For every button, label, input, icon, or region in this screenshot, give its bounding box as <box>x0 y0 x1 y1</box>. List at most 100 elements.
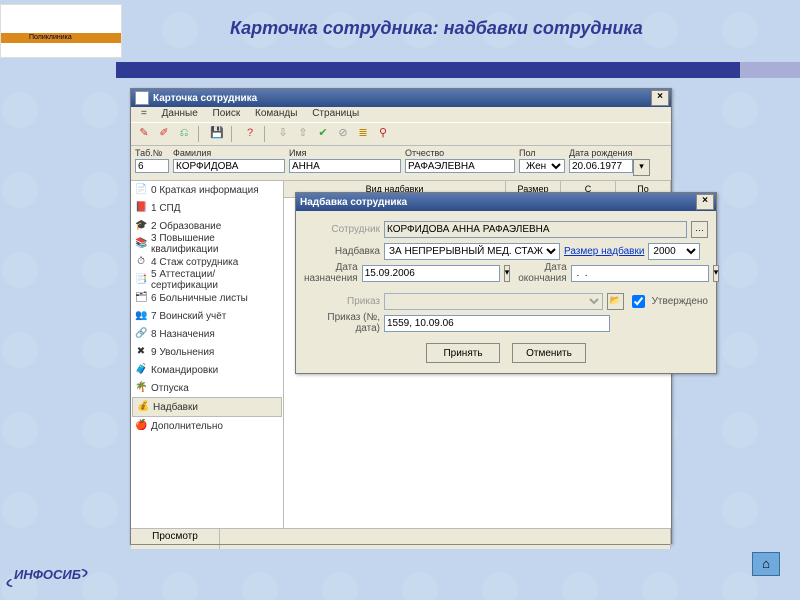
titlebar: Карточка сотрудника × <box>131 89 671 107</box>
tb-save-icon[interactable]: 💾 <box>208 125 226 143</box>
menu-commands[interactable]: Команды <box>249 107 303 120</box>
logo-bar: Поликлиника <box>1 33 121 43</box>
date-from-input[interactable] <box>362 265 500 282</box>
nav-item[interactable]: 🔗 8 Назначения <box>131 325 283 343</box>
patronymic-label: Отчество <box>405 148 515 158</box>
nav-item[interactable]: 🗂6 Больничные листы <box>131 289 283 307</box>
menu-pages[interactable]: Страницы <box>306 107 365 120</box>
nav-item[interactable]: 📚 3 Повышение квалификации <box>131 235 283 253</box>
tb-up-icon[interactable]: ⇧ <box>294 125 312 143</box>
order-open-icon[interactable]: 📂 <box>607 293 624 310</box>
tb-filter-icon[interactable]: ⚲ <box>374 125 392 143</box>
employee-label: Сотрудник <box>304 224 380 235</box>
tb-del-icon[interactable]: ⎌ <box>175 125 193 143</box>
menu-search[interactable]: Поиск <box>207 107 247 120</box>
nav-icon: 📚 <box>135 238 147 250</box>
cancel-button[interactable]: Отменить <box>512 343 586 363</box>
nav-item[interactable]: 👥 7 Воинский учёт <box>131 307 283 325</box>
menu-data[interactable]: Данные <box>156 107 204 120</box>
calendar-icon[interactable]: ▾ <box>633 159 650 176</box>
nav-label: Дополнительно <box>151 421 223 432</box>
side-nav: 📄0 Краткая информация📕1 СПД🎓2 Образовани… <box>131 181 284 528</box>
ok-button[interactable]: Принять <box>426 343 500 363</box>
name-input[interactable] <box>289 159 401 173</box>
slide-title: Карточка сотрудника: надбавки сотрудника <box>230 18 643 39</box>
dlg-titlebar: Надбавка сотрудника × <box>296 193 716 211</box>
nav-item[interactable]: 🍎 Дополнительно <box>131 417 283 435</box>
nav-icon: 👥 <box>135 310 147 322</box>
nav-label: 5 Аттестации/сертификации <box>151 269 279 291</box>
date-from-cal-icon[interactable]: ▾ <box>504 265 511 282</box>
nav-item[interactable]: 📄 0 Краткая информация <box>131 181 283 199</box>
nav-icon: ⏱ <box>135 256 147 268</box>
menu-eq[interactable]: = <box>135 107 153 120</box>
logo-top: Поликлиника <box>0 4 122 58</box>
tb-list-icon[interactable]: ≣ <box>354 125 372 143</box>
bonus-size-select[interactable]: 2000 <box>648 243 700 260</box>
order-details-input[interactable] <box>384 315 610 332</box>
summary-fields: Таб.№ Фамилия Имя Отчество ПолЖен. Дата … <box>131 146 671 181</box>
tb-edit-icon[interactable]: ✐ <box>155 125 173 143</box>
nav-item[interactable]: 📕1 СПД <box>131 199 283 217</box>
order-details-label: Приказ (№, дата) <box>304 312 380 334</box>
date-from-label: Дата назначения <box>304 262 358 284</box>
tb-check-icon[interactable]: ✔ <box>314 125 332 143</box>
order-select <box>384 293 603 310</box>
dlg-title: Надбавка сотрудника <box>300 197 407 208</box>
window-icon <box>135 91 149 105</box>
surname-input[interactable] <box>173 159 285 173</box>
date-to-label: Дата окончания <box>518 262 566 284</box>
tab-no-input[interactable] <box>135 159 169 173</box>
employee-lookup-icon[interactable]: … <box>691 221 708 238</box>
nav-icon: 💰 <box>137 401 149 413</box>
nav-label: 8 Назначения <box>151 329 215 340</box>
nav-item[interactable]: 🧳Командировки <box>131 361 283 379</box>
status-blank <box>220 529 671 549</box>
patronymic-input[interactable] <box>405 159 515 173</box>
home-nav-icon[interactable]: ⌂ <box>752 552 780 576</box>
nav-label: 1 СПД <box>151 203 181 214</box>
approved-checkbox[interactable] <box>632 295 645 308</box>
nav-item[interactable]: 📑 5 Аттестации/сертификации <box>131 271 283 289</box>
nav-item[interactable]: 💰 Надбавки <box>132 397 282 417</box>
close-icon[interactable]: × <box>651 90 669 106</box>
nav-icon: 🍎 <box>135 420 147 432</box>
approved-label: Утверждено <box>652 296 708 307</box>
statusbar: Просмотр <box>131 528 671 549</box>
nav-icon: 📄 <box>135 184 147 196</box>
header-bar <box>116 62 800 78</box>
bonus-select[interactable]: ЗА НЕПРЕРЫВНЫЙ МЕД. СТАЖ <box>384 243 560 260</box>
surname-label: Фамилия <box>173 148 285 158</box>
dlg-close-icon[interactable]: × <box>696 194 714 210</box>
nav-label: Командировки <box>151 365 218 376</box>
nav-label: 3 Повышение квалификации <box>151 233 279 255</box>
sex-select[interactable]: Жен. <box>519 159 565 173</box>
toolbar: ✎ ✐ ⎌ 💾 ? ⇩ ⇧ ✔ ⊘ ≣ ⚲ <box>131 122 671 146</box>
nav-icon: 🔗 <box>135 328 147 340</box>
tb-new-icon[interactable]: ✎ <box>135 125 153 143</box>
bonus-size-link[interactable]: Размер надбавки <box>564 246 644 257</box>
date-to-cal-icon[interactable]: ▾ <box>713 265 720 282</box>
nav-label: Надбавки <box>153 402 198 413</box>
status-mode: Просмотр <box>131 529 220 549</box>
nav-item[interactable]: 🌴Отпуска <box>131 379 283 397</box>
tb-down-icon[interactable]: ⇩ <box>274 125 292 143</box>
nav-icon: 🗂 <box>135 292 147 304</box>
nav-item[interactable]: ✖9 Увольнения <box>131 343 283 361</box>
logo-bottom: ИНФОСИБ <box>14 567 81 582</box>
nav-label: 9 Увольнения <box>151 347 214 358</box>
nav-icon: 🎓 <box>135 220 147 232</box>
tb-help-icon[interactable]: ? <box>241 125 259 143</box>
employee-field <box>384 221 687 238</box>
sex-label: Пол <box>519 148 565 158</box>
nav-label: 7 Воинский учёт <box>151 311 226 322</box>
tb-cancel-icon[interactable]: ⊘ <box>334 125 352 143</box>
date-to-input[interactable] <box>571 265 709 282</box>
nav-icon: 🌴 <box>135 382 147 394</box>
menubar: = Данные Поиск Команды Страницы <box>131 107 671 122</box>
slide-divider <box>130 544 670 545</box>
nav-icon: 📑 <box>135 274 147 286</box>
nav-label: 0 Краткая информация <box>151 185 259 196</box>
dob-label: Дата рождения <box>569 148 655 158</box>
dob-input[interactable] <box>569 159 633 173</box>
